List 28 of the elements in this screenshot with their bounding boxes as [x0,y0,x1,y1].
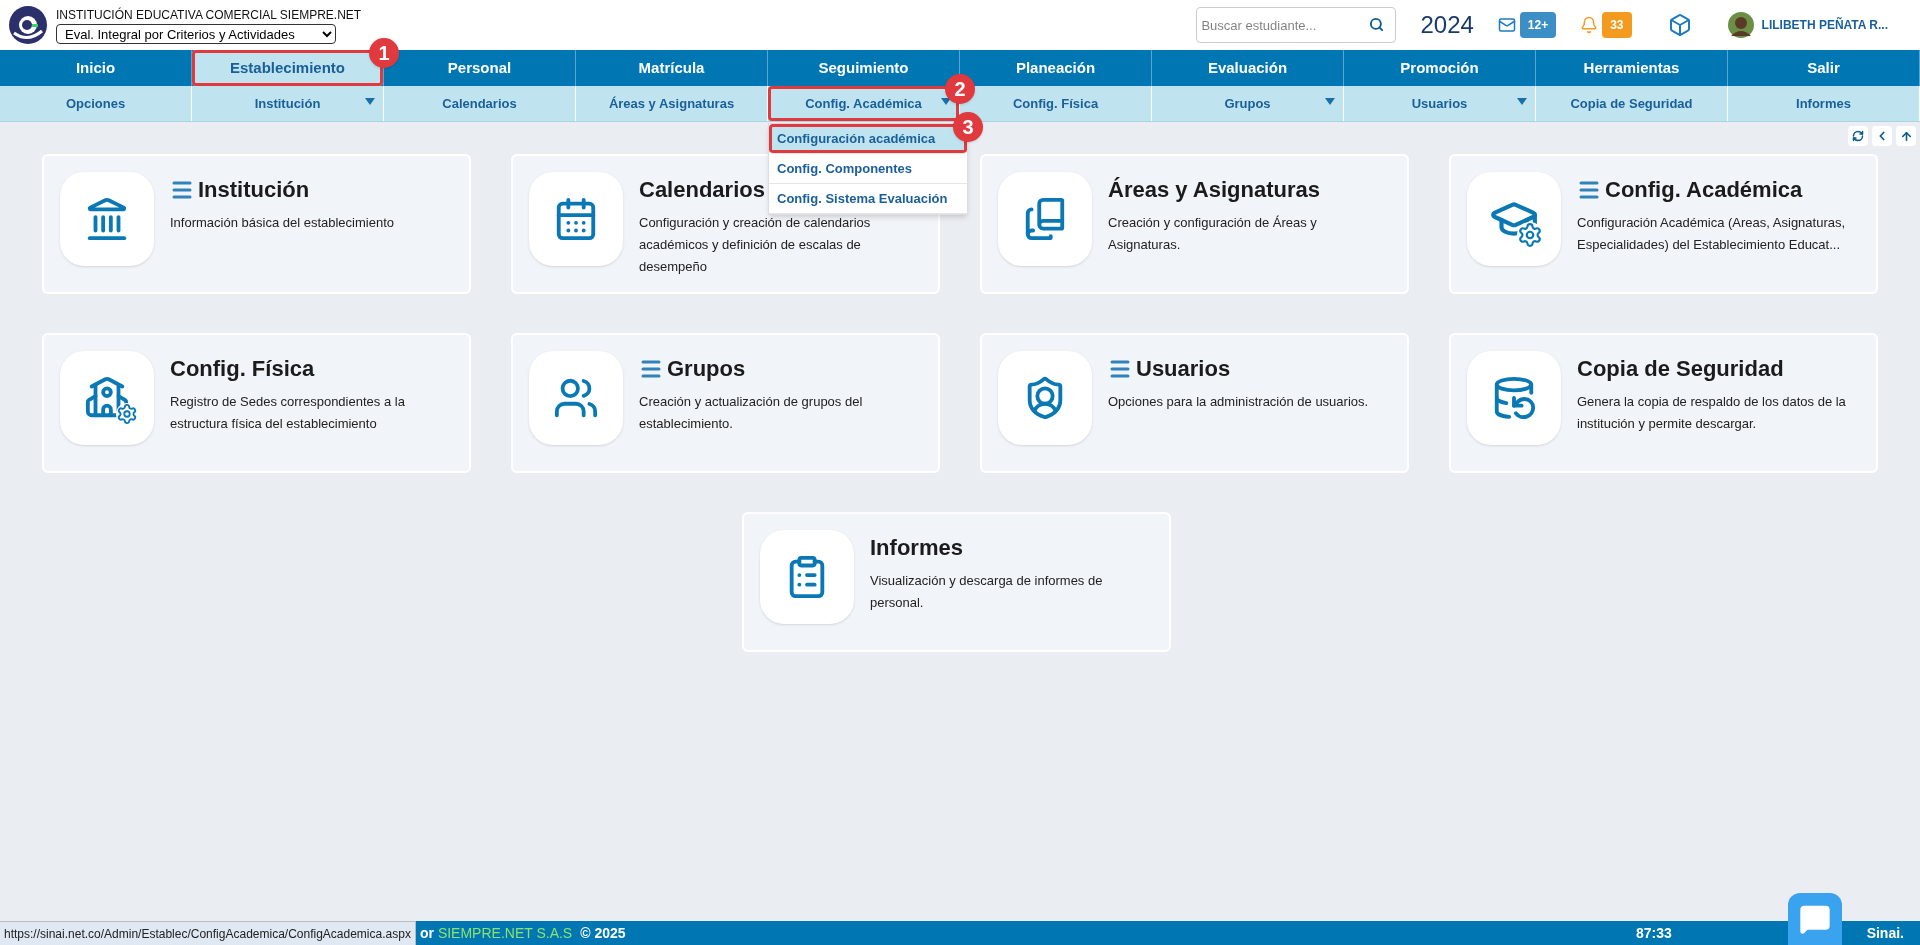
notification-count: 33 [1602,12,1632,38]
card-title: Informes [870,534,963,562]
card-title: Usuarios [1136,355,1231,383]
card-description: Configuración y creación de calendarios académicos y definición de escalas de desempeño [639,213,872,276]
card-description: Creación y configuración de Áreas y Asignaturas. [1108,213,1318,254]
card-description: Opciones para la administración de usuarios. [1108,392,1369,411]
card-description: Genera la copia de respaldo de los datos de la institución y permite descargar. [1577,392,1847,433]
card-title: Institución [198,176,310,204]
year-label: 2024 [1420,10,1474,40]
step-number-tooltip: 3 [953,112,983,142]
card-description: Creación y actualización de grupos del establecimiento. [639,392,864,433]
credit-text: or [419,923,434,943]
message-count: 12+ [1519,12,1557,38]
card-title: Config. Académica [1605,176,1803,204]
card-description: Registro de Sedes correspondientes a la estructura física del establecimiento [170,392,406,433]
institution-name: INSTITUCIÓN EDUCATIVA COMERCIAL SIEMPRE.NET [56,6,362,24]
session-timer: 87:33 [1636,923,1672,943]
card-title: Copia de Seguridad [1577,355,1784,383]
card-title: Config. Física [170,355,315,383]
copyright-text: © 2025 [580,923,626,943]
card-description: Configuración Académica (Areas, Asignaturas, Especialidades) del Establecimiento Educat... [1577,213,1847,254]
status-url: https://sinai.net.co/Admin/Establec/ConfigAcademica/ConfigAcademica.aspx [0,921,416,945]
card-description: Visualización y descarga de informes de personal. [870,571,1104,612]
brand-logo: Sinai. [1866,923,1904,943]
card-title: Grupos [667,355,746,383]
card-title: Calendarios [639,176,765,204]
card-description: Información básica del establecimiento [170,213,394,232]
card-title: Áreas y Asignaturas [1108,176,1320,204]
